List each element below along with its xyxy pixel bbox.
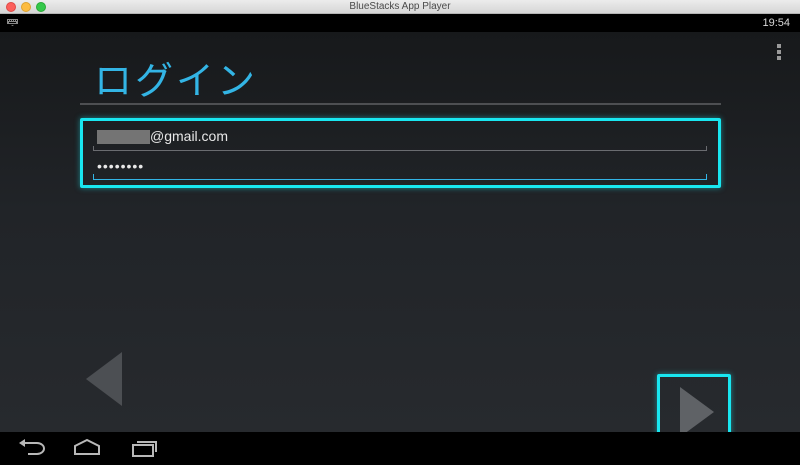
recent-apps-icon[interactable] <box>130 438 158 458</box>
credentials-highlight: @gmail.com •••••••• <box>80 118 721 188</box>
email-domain-text: @gmail.com <box>150 128 229 144</box>
right-triangle-icon <box>680 387 714 437</box>
title-divider <box>80 103 721 105</box>
window-title: BlueStacks App Player <box>349 1 451 12</box>
redacted-email-username <box>97 130 150 144</box>
back-icon[interactable] <box>18 438 46 456</box>
status-bar: 19:54 <box>0 14 800 32</box>
navigation-bar <box>0 432 800 465</box>
login-screen: ログイン @gmail.com •••••••• <box>0 32 800 449</box>
vertical-dots-icon[interactable] <box>777 44 781 60</box>
password-mask-text: •••••••• <box>97 158 145 174</box>
left-triangle-icon[interactable] <box>84 352 124 406</box>
password-field-underline <box>93 174 707 180</box>
status-clock: 19:54 <box>762 17 790 29</box>
page-title: ログイン <box>94 61 259 103</box>
window-title-bar: BlueStacks App Player <box>0 0 800 14</box>
email-field-underline <box>93 146 707 151</box>
home-icon[interactable] <box>72 438 102 456</box>
keyboard-icon <box>7 19 18 26</box>
email-field[interactable]: @gmail.com <box>93 124 707 151</box>
password-field[interactable]: •••••••• <box>93 153 707 180</box>
